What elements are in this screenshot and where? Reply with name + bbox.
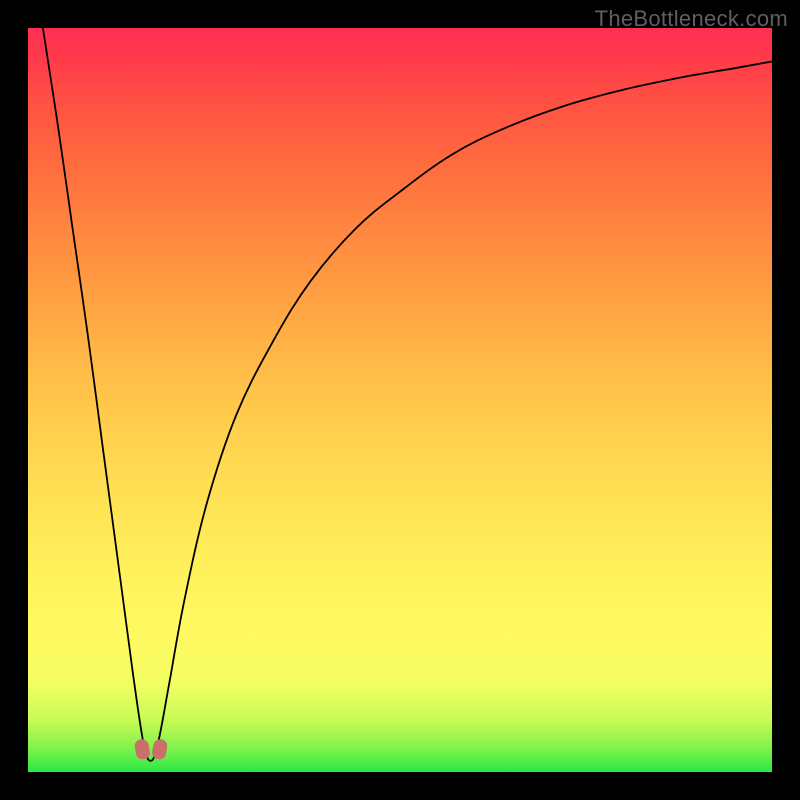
chart-plot-area bbox=[28, 28, 772, 772]
bottleneck-curve bbox=[28, 28, 772, 772]
watermark-text: TheBottleneck.com bbox=[595, 6, 788, 32]
minimum-marker bbox=[137, 735, 165, 759]
